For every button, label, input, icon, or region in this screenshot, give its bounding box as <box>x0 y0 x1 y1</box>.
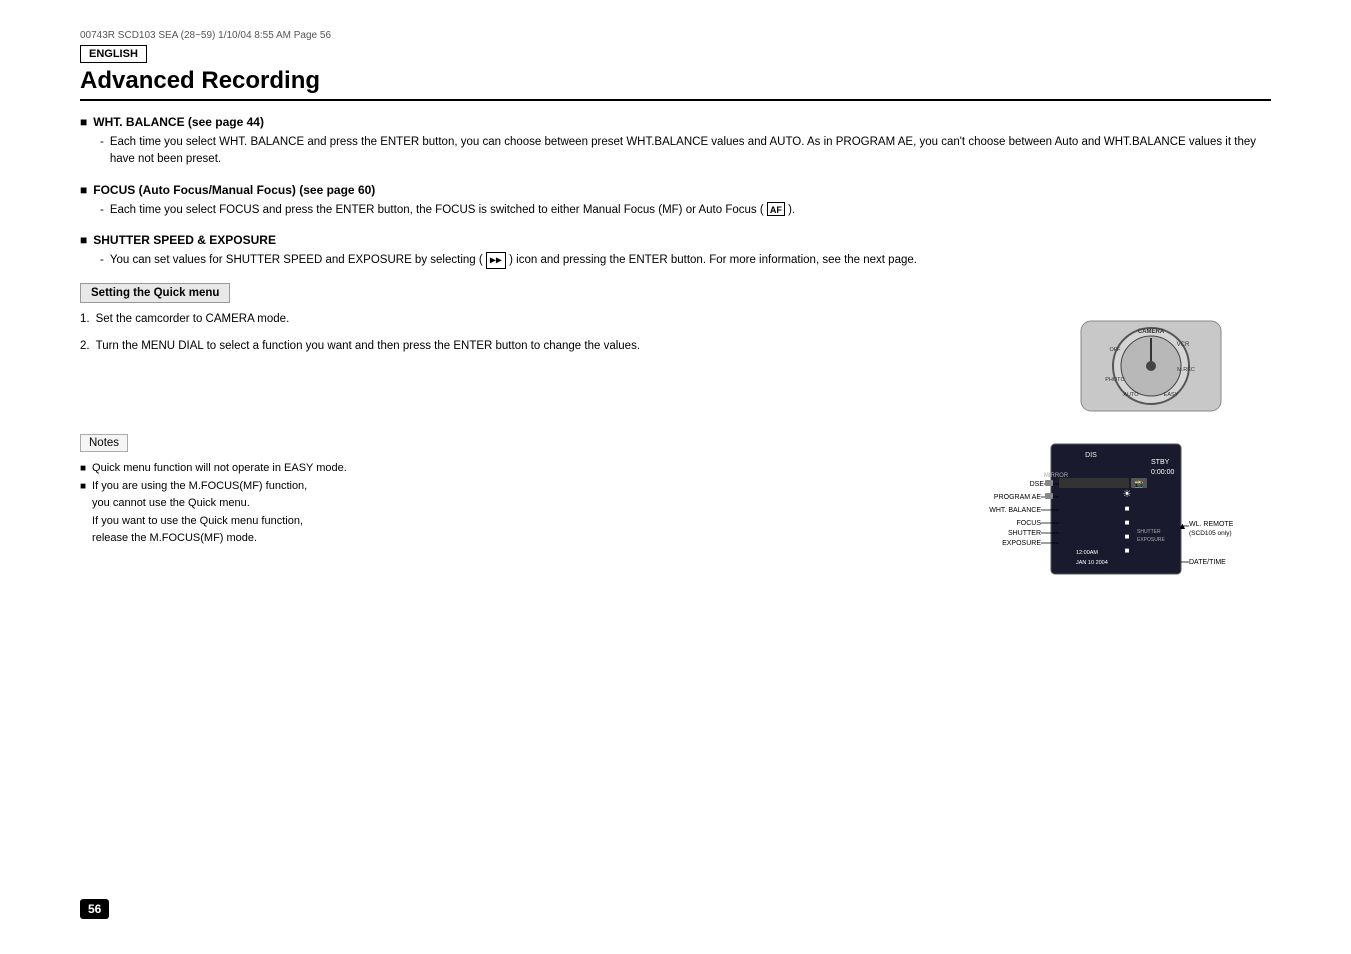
svg-text:CAMERA: CAMERA <box>1138 329 1165 335</box>
svg-text:■: ■ <box>1125 504 1130 513</box>
svg-text:AUTO: AUTO <box>1123 392 1139 398</box>
main-content-area: 1. Set the camcorder to CAMERA mode. 2. … <box>80 311 1271 424</box>
svg-text:PROGRAM AE: PROGRAM AE <box>994 494 1041 501</box>
menu-diagram-svg: DIS STBY 0:00:00 📸 ☀ ■ ■ ■ ■ SHUTTER <box>931 434 1271 634</box>
svg-text:▲: ▲ <box>1178 521 1187 531</box>
step-1-num: 1. <box>80 311 90 328</box>
english-badge: ENGLISH <box>80 45 147 63</box>
section-wht-balance-heading: WHT. BALANCE (see page 44) <box>80 115 1271 129</box>
step-2-num: 2. <box>80 338 90 355</box>
svg-text:M.REC: M.REC <box>1177 367 1195 373</box>
lower-section: Notes Quick menu function will not opera… <box>80 434 1271 637</box>
page-container: 00743R SCD103 SEA (28~59) 1/10/04 8:55 A… <box>0 0 1351 954</box>
step-1: 1. Set the camcorder to CAMERA mode. <box>80 311 1051 328</box>
svg-text:📸: 📸 <box>1135 480 1144 488</box>
svg-text:VCR: VCR <box>1177 342 1190 348</box>
notes-label: Notes <box>89 437 119 449</box>
svg-text:SHUTTER: SHUTTER <box>1137 529 1161 535</box>
svg-text:12:00AM: 12:00AM <box>1076 550 1098 556</box>
quick-menu-section: Setting the Quick menu 1. Set the camcor… <box>80 283 1271 424</box>
svg-text:PHOTO: PHOTO <box>1105 377 1125 383</box>
svg-text:MIRROR: MIRROR <box>1044 473 1069 479</box>
svg-text:■: ■ <box>1125 546 1130 555</box>
svg-text:EXPOSURE: EXPOSURE <box>1137 537 1165 543</box>
header-bar: 00743R SCD103 SEA (28~59) 1/10/04 8:55 A… <box>80 30 1271 41</box>
step-2: 2. Turn the MENU DIAL to select a functi… <box>80 338 1051 355</box>
step-1-text: Set the camcorder to CAMERA mode. <box>96 311 290 328</box>
svg-text:0:00:00: 0:00:00 <box>1151 469 1174 476</box>
shutter-icon: ▶▶ <box>486 252 506 269</box>
svg-text:WL. REMOTE: WL. REMOTE <box>1189 521 1234 528</box>
svg-text:EXPOSURE: EXPOSURE <box>1002 540 1041 547</box>
wht-balance-text: Each time you select WHT. BALANCE and pr… <box>100 134 1271 169</box>
notes-content: Quick menu function will not operate in … <box>80 460 911 548</box>
svg-text:☀: ☀ <box>1123 489 1132 500</box>
section-shutter-body: You can set values for SHUTTER SPEED and… <box>100 252 1271 269</box>
note-item-1: Quick menu function will not operate in … <box>80 460 911 478</box>
quick-menu-title: Setting the Quick menu <box>80 283 230 303</box>
svg-text:FOCUS: FOCUS <box>1017 520 1042 527</box>
lower-right: DIS STBY 0:00:00 📸 ☀ ■ ■ ■ ■ SHUTTER <box>931 434 1271 637</box>
shutter-text: You can set values for SHUTTER SPEED and… <box>100 252 1271 269</box>
section-wht-balance-body: Each time you select WHT. BALANCE and pr… <box>100 134 1271 169</box>
svg-text:EASY: EASY <box>1164 392 1179 398</box>
svg-text:DSE: DSE <box>1030 481 1045 488</box>
svg-text:OFF: OFF <box>1110 347 1122 353</box>
af-icon: AF <box>767 202 785 216</box>
page-title: Advanced Recording <box>80 67 1271 101</box>
page-number: 56 <box>80 899 109 919</box>
note-item-2: If you are using the M.FOCUS(MF) functio… <box>80 478 911 548</box>
camcorder-image-area: CAMERA VCR M.REC EASY AUTO PHOTO OFF <box>1071 311 1271 424</box>
section-shutter-heading: SHUTTER SPEED & EXPOSURE <box>80 233 1271 247</box>
section-focus-body: Each time you select FOCUS and press the… <box>100 202 1271 219</box>
svg-text:(SCD105 only): (SCD105 only) <box>1189 530 1232 537</box>
svg-text:JAN 10 2004: JAN 10 2004 <box>1076 560 1108 566</box>
camcorder-dial-svg: CAMERA VCR M.REC EASY AUTO PHOTO OFF <box>1071 311 1231 421</box>
lower-left: Notes Quick menu function will not opera… <box>80 434 911 637</box>
notes-box: Notes <box>80 434 128 452</box>
svg-text:SHUTTER: SHUTTER <box>1008 530 1041 537</box>
svg-text:STBY: STBY <box>1151 459 1170 466</box>
focus-text: Each time you select FOCUS and press the… <box>100 202 1271 219</box>
svg-text:■: ■ <box>1125 532 1130 541</box>
svg-text:DATE/TIME: DATE/TIME <box>1189 559 1226 566</box>
svg-text:DIS: DIS <box>1085 452 1097 459</box>
svg-text:WHT. BALANCE: WHT. BALANCE <box>989 507 1041 514</box>
section-focus-heading: FOCUS (Auto Focus/Manual Focus) (see pag… <box>80 183 1271 197</box>
step-2-text: Turn the MENU DIAL to select a function … <box>96 338 640 355</box>
left-content: 1. Set the camcorder to CAMERA mode. 2. … <box>80 311 1051 424</box>
header-info: 00743R SCD103 SEA (28~59) 1/10/04 8:55 A… <box>80 30 331 41</box>
svg-text:■: ■ <box>1125 518 1130 527</box>
